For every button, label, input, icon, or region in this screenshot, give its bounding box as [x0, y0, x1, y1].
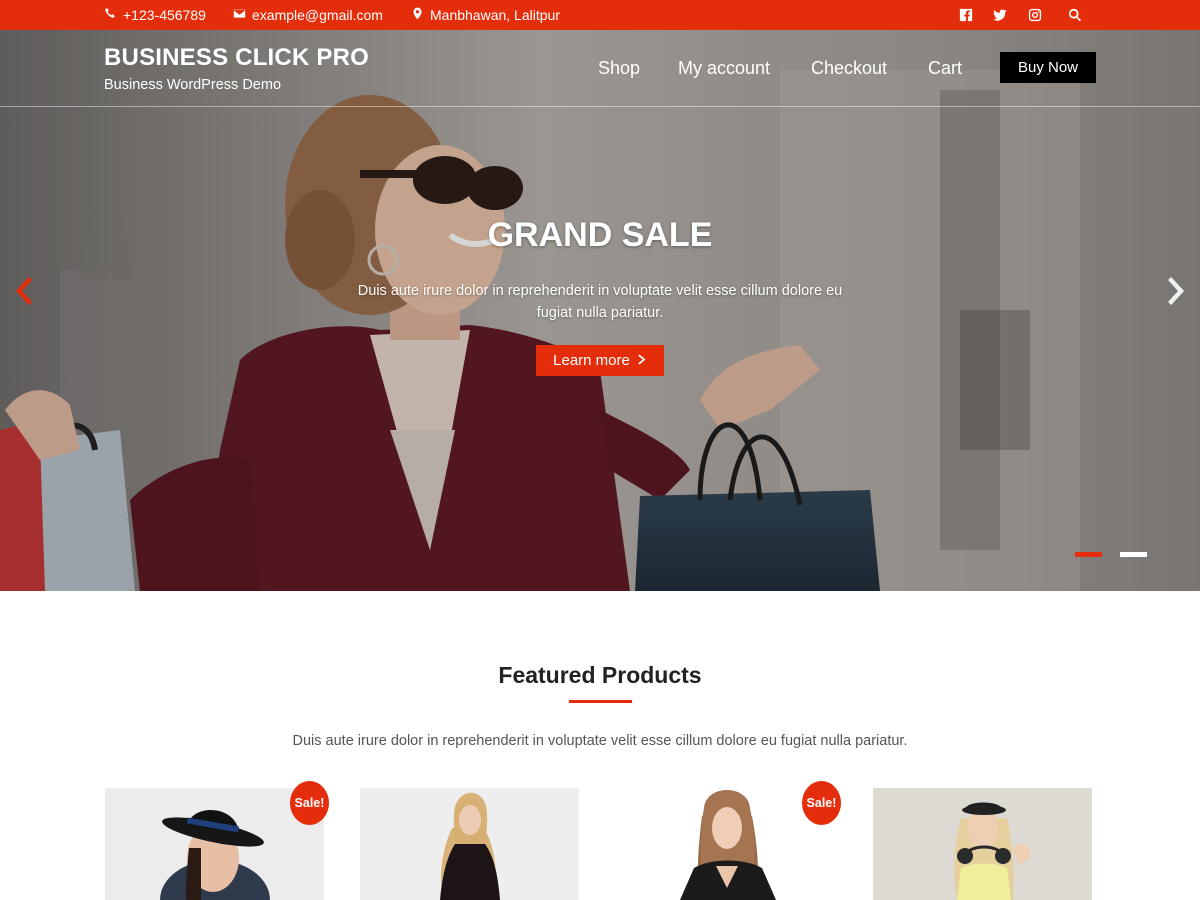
site-title[interactable]: BUSINESS CLICK PRO [104, 44, 369, 72]
email-contact[interactable]: example@gmail.com [233, 7, 383, 23]
title-underline [569, 700, 632, 703]
phone-contact[interactable]: +123-456789 [104, 7, 206, 23]
search-icon[interactable] [1068, 8, 1082, 22]
email-text: example@gmail.com [252, 7, 383, 23]
envelope-icon [233, 7, 246, 23]
hero-title: GRAND SALE [487, 216, 713, 254]
sale-badge: Sale! [290, 781, 329, 825]
featured-description: Duis aute irure dolor in reprehenderit i… [292, 733, 908, 749]
slider-dot-2[interactable] [1120, 552, 1147, 557]
map-marker-icon [411, 7, 424, 23]
learn-more-button[interactable]: Learn more [536, 345, 664, 376]
nav-my-account[interactable]: My account [678, 58, 770, 79]
facebook-icon[interactable] [959, 8, 973, 22]
phone-text: +123-456789 [123, 7, 206, 23]
hero-slider: BUSINESS CLICK PRO Business WordPress De… [0, 30, 1200, 591]
address-contact: Manbhawan, Lalitpur [411, 7, 560, 23]
sale-badge: Sale! [802, 781, 841, 825]
slider-dot-1[interactable] [1075, 552, 1102, 557]
product-image[interactable] [873, 788, 1092, 900]
phone-icon [104, 7, 117, 23]
hero-description: Duis aute irure dolor in reprehenderit i… [357, 283, 843, 321]
nav-shop[interactable]: Shop [598, 58, 640, 79]
address-text: Manbhawan, Lalitpur [430, 7, 560, 23]
site-tagline: Business WordPress Demo [104, 77, 282, 93]
twitter-icon[interactable] [993, 8, 1007, 22]
instagram-icon[interactable] [1028, 8, 1042, 22]
top-bar: +123-456789 example@gmail.com Manbhawan,… [0, 0, 1200, 30]
buy-now-button[interactable]: Buy Now [1000, 52, 1096, 83]
nav-cart[interactable]: Cart [928, 58, 962, 79]
featured-title: Featured Products [498, 662, 702, 688]
chevron-right-icon [638, 352, 647, 369]
nav-checkout[interactable]: Checkout [811, 58, 887, 79]
header-divider [0, 106, 1200, 107]
slider-prev-arrow-icon[interactable] [15, 276, 39, 306]
product-image[interactable] [360, 788, 579, 900]
slider-next-arrow-icon[interactable] [1161, 276, 1185, 306]
learn-more-label: Learn more [553, 352, 630, 369]
